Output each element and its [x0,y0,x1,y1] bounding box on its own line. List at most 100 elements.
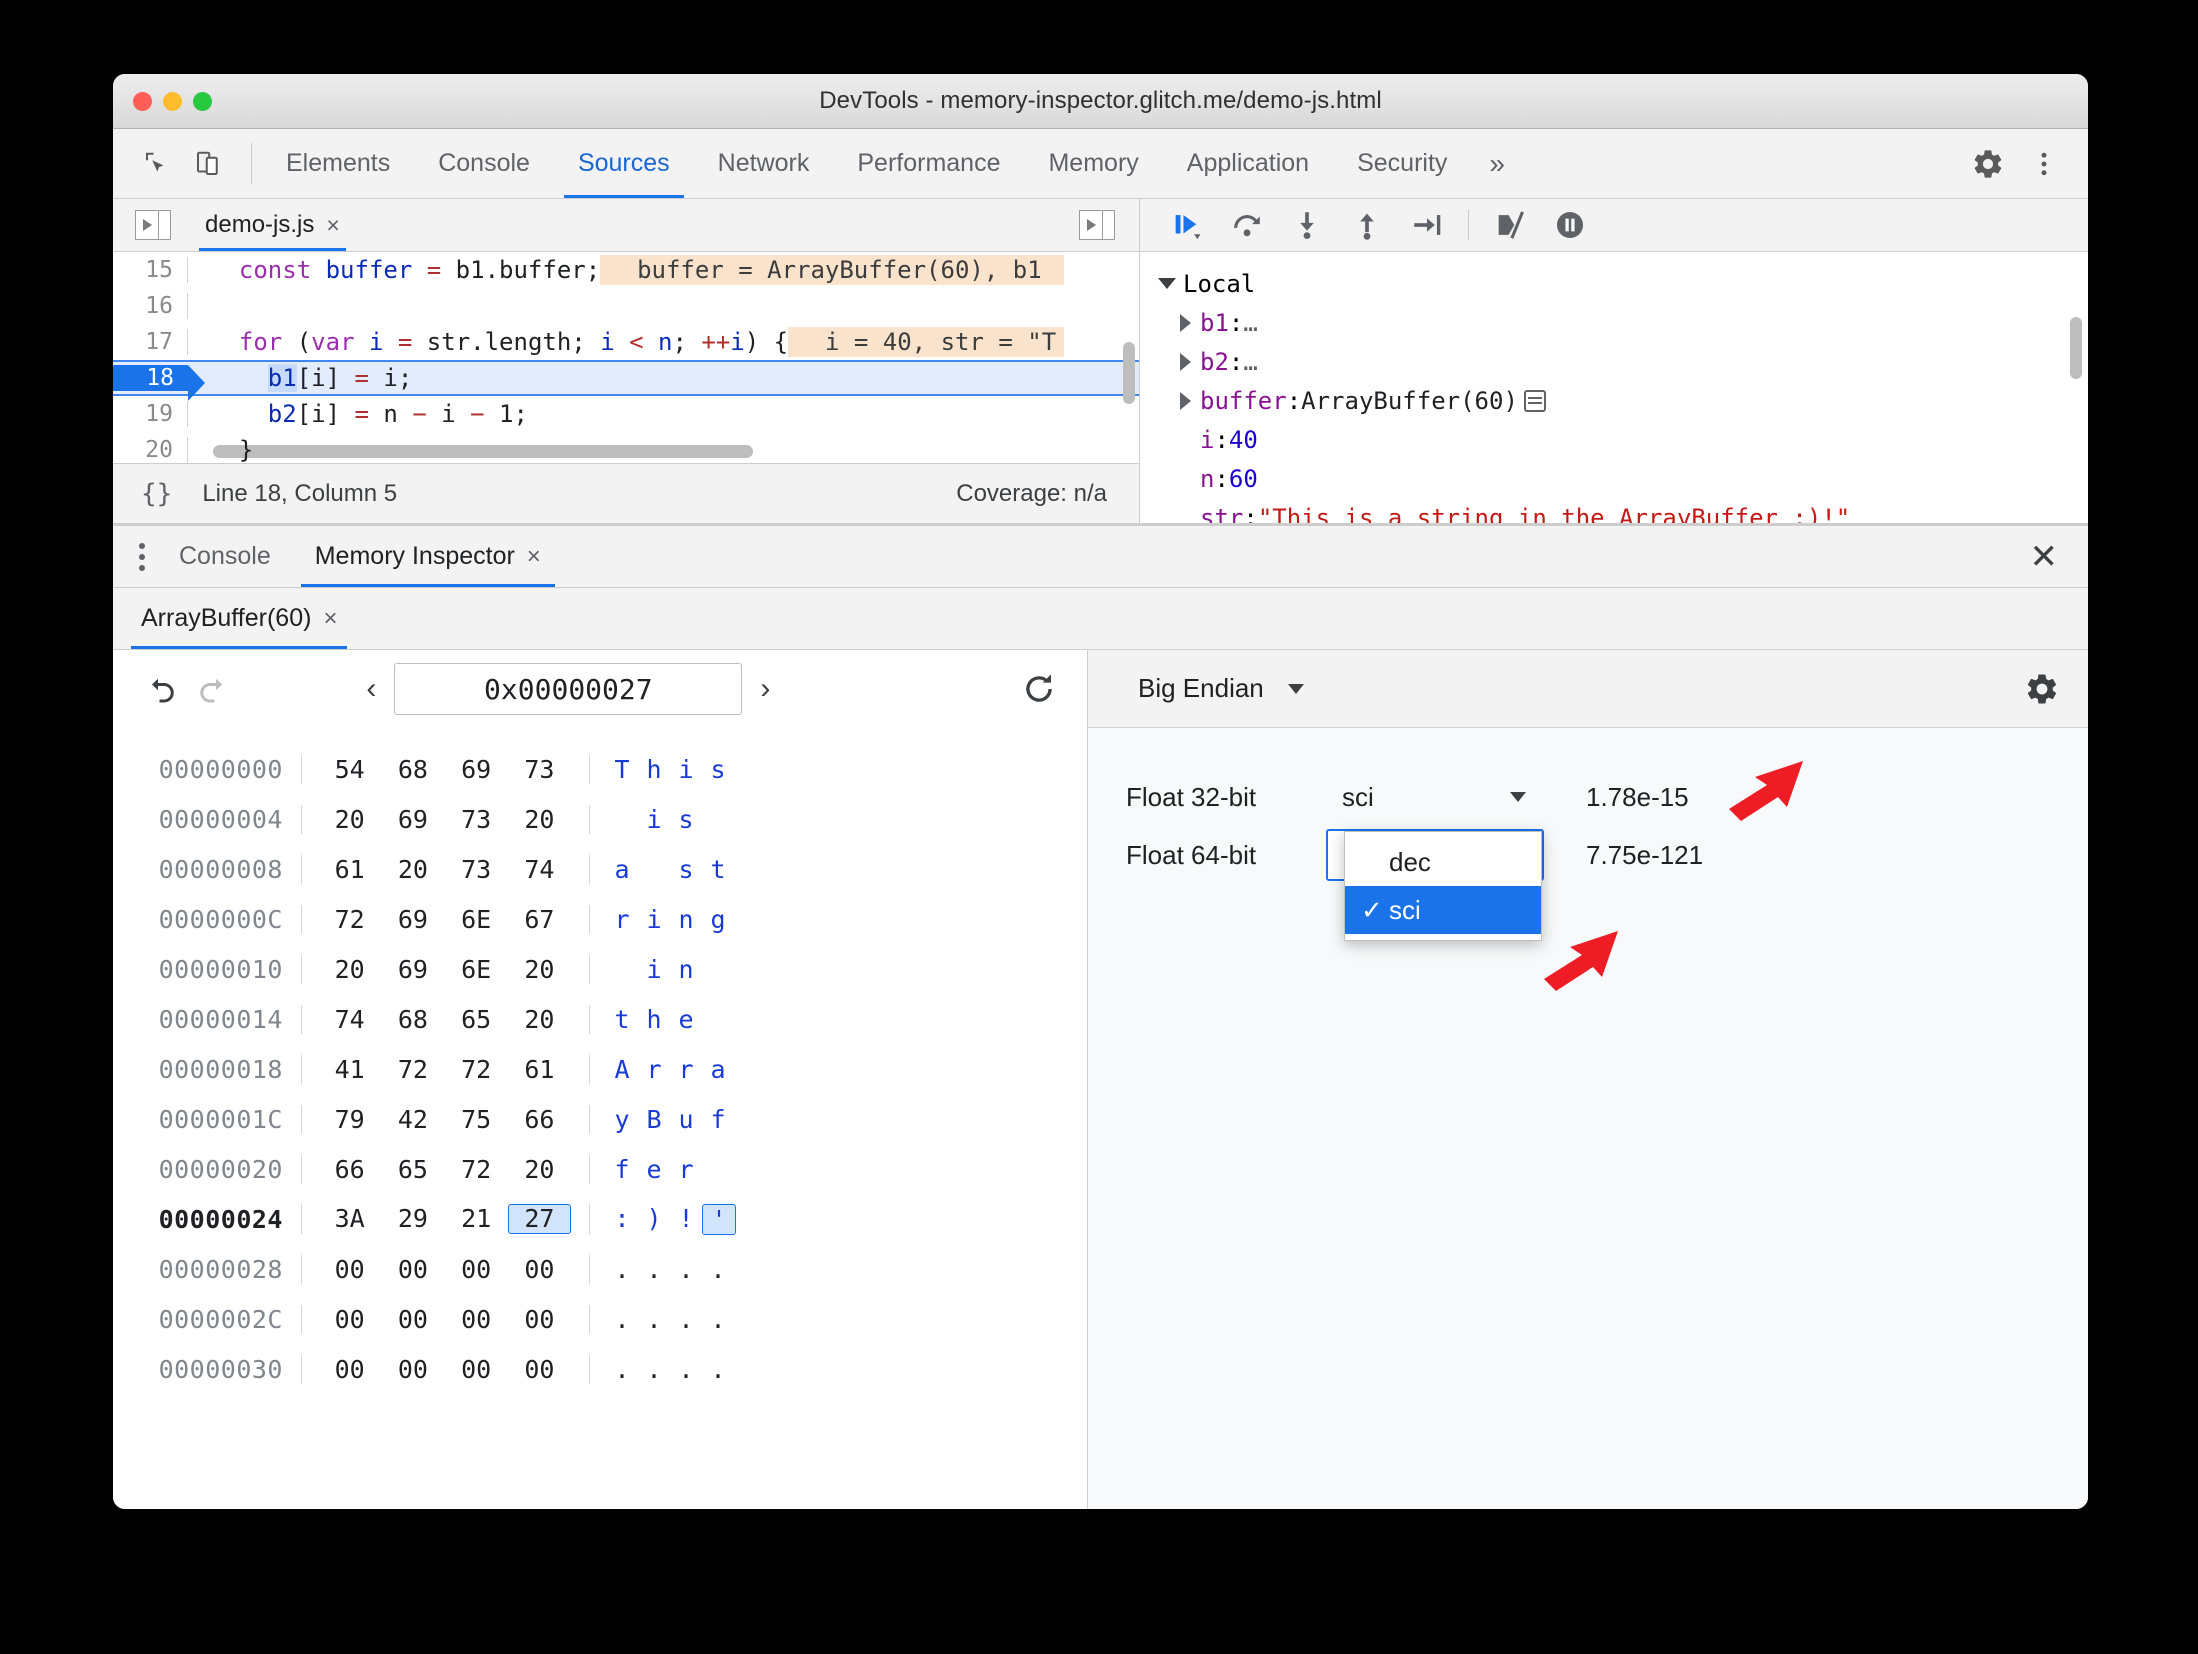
editor-vertical-scrollbar[interactable] [1123,342,1135,404]
hex-byte[interactable]: 42 [381,1105,444,1134]
ascii-char[interactable]: e [638,1155,670,1184]
tab-performance[interactable]: Performance [833,129,1024,198]
scope-variable-buffer[interactable]: buffer: ArrayBuffer(60) [1158,381,2088,420]
ascii-char[interactable]: r [670,1155,702,1184]
hex-row[interactable]: 0000002C 00 00 00 00.... [113,1294,1087,1344]
close-icon[interactable]: × [527,543,541,571]
undo-icon[interactable] [135,663,187,715]
buffer-tab-arraybuffer[interactable]: ArrayBuffer(60) × [131,588,348,649]
hex-byte[interactable]: 69 [381,905,444,934]
hex-byte[interactable]: 73 [508,755,571,784]
line-number-17[interactable]: 17 [113,329,188,355]
next-address-button[interactable]: › [748,672,782,706]
more-tabs-button[interactable]: » [1471,129,1523,198]
drawer-tab-memory-inspector[interactable]: Memory Inspector × [293,526,563,587]
line-number-20[interactable]: 20 [113,437,188,463]
ascii-char[interactable] [702,805,734,834]
hex-row[interactable]: 00000010 20 69 6E 20 in [113,944,1087,994]
hex-byte[interactable]: 73 [445,855,508,884]
hex-byte[interactable]: 21 [445,1204,508,1235]
tab-elements[interactable]: Elements [262,129,414,198]
hex-byte[interactable]: 72 [445,1055,508,1084]
ascii-char[interactable]: : [606,1204,638,1235]
code-line-18[interactable]: 18 b1[i] = i; [113,360,1139,401]
ascii-char[interactable]: y [606,1105,638,1134]
ascii-char[interactable]: . [702,1305,734,1334]
ascii-char[interactable]: i [638,955,670,984]
hex-byte[interactable]: 20 [508,1005,571,1034]
code-line-19[interactable]: 19 b2[i] = n − i − 1; [113,396,1139,432]
gear-icon[interactable] [1962,138,2014,190]
hex-row[interactable]: 0000001C 79 42 75 66 y Bu f [113,1094,1087,1144]
hex-byte[interactable]: 66 [508,1105,571,1134]
scope-variable-b2[interactable]: b2: … [1158,342,2088,381]
pretty-print-icon[interactable]: {} [141,479,172,509]
redo-icon[interactable] [187,663,239,715]
ascii-char[interactable] [702,1155,734,1184]
previous-address-button[interactable]: ‹ [354,672,388,706]
ascii-char[interactable]: h [638,1005,670,1034]
close-icon[interactable]: × [323,605,337,633]
ascii-char[interactable]: s [702,755,734,784]
hex-row[interactable]: 0000000C 72 69 6E 67 r i n g [113,894,1087,944]
step-out-icon[interactable] [1348,206,1386,244]
hex-byte[interactable]: 3A [318,1204,381,1235]
hex-byte[interactable]: 67 [508,905,571,934]
hex-byte[interactable]: 00 [381,1255,444,1284]
hex-row[interactable]: 00000018 41 72 72 61 Ar r a [113,1044,1087,1094]
hex-byte[interactable]: 68 [381,1005,444,1034]
hex-byte[interactable]: 00 [508,1355,571,1384]
resume-script-icon[interactable] [1168,206,1206,244]
ascii-char[interactable]: t [702,855,734,884]
hex-byte[interactable]: 20 [318,805,381,834]
tab-sources[interactable]: Sources [554,129,694,198]
ascii-char[interactable]: r [670,1055,702,1084]
ascii-char[interactable]: g [702,905,734,934]
tab-console[interactable]: Console [414,129,554,198]
hex-byte[interactable]: 20 [381,855,444,884]
hex-row[interactable]: 00000008 61 20 73 74 a st [113,844,1087,894]
hex-byte[interactable]: 27 [507,1203,572,1235]
hex-byte[interactable]: 00 [508,1305,571,1334]
ascii-char[interactable]: a [606,855,638,884]
ascii-char[interactable]: ! [670,1204,702,1235]
ascii-char[interactable]: r [606,905,638,934]
float32-mode-dropdown[interactable]: sci [1326,771,1544,823]
hex-byte[interactable]: 00 [318,1305,381,1334]
ascii-char[interactable]: . [638,1355,670,1384]
ascii-char[interactable]: . [670,1255,702,1284]
address-input[interactable]: 0x00000027 [394,663,743,715]
ascii-char[interactable]: e [670,1005,702,1034]
ascii-char[interactable]: h [638,755,670,784]
code-line-17[interactable]: 17 for (var i = str.length; i < n; ++i) … [113,324,1139,360]
ascii-char[interactable]: t [606,1005,638,1034]
hex-byte[interactable]: 6E [445,905,508,934]
hex-byte[interactable]: 69 [381,805,444,834]
line-number-15[interactable]: 15 [113,257,188,283]
hex-row[interactable]: 00000030 00 00 00 00.... [113,1344,1087,1394]
close-window-button[interactable] [133,91,152,111]
hex-byte[interactable]: 69 [381,955,444,984]
cursor-inspect-icon[interactable] [133,141,179,187]
ascii-char[interactable]: r [638,1055,670,1084]
ascii-char[interactable]: . [606,1305,638,1334]
drawer-menu-icon[interactable] [139,542,145,571]
hex-dump[interactable]: 00000000 54 68 69 73 Th i s 00000004 20 69 73 20 is … [113,728,1087,1509]
minimize-window-button[interactable] [163,91,182,111]
ascii-char[interactable]: . [638,1255,670,1284]
ascii-char[interactable]: B [638,1105,670,1134]
tab-memory[interactable]: Memory [1024,129,1162,198]
ascii-char[interactable]: . [606,1255,638,1284]
line-number-16[interactable]: 16 [113,293,188,319]
code-editor[interactable]: 15 const buffer = b1.buffer; buffer = Ar… [113,252,1139,463]
ascii-char[interactable] [638,855,670,884]
ascii-char[interactable]: a [702,1055,734,1084]
ascii-char[interactable] [606,955,638,984]
hex-byte[interactable]: 20 [508,955,571,984]
hex-byte[interactable]: 72 [318,905,381,934]
hex-byte[interactable]: 61 [508,1055,571,1084]
hex-byte[interactable]: 61 [318,855,381,884]
chevron-right-icon[interactable] [1180,391,1191,410]
hex-row[interactable]: 00000020 66 65 72 20 f e r [113,1144,1087,1194]
hex-byte[interactable]: 54 [318,755,381,784]
